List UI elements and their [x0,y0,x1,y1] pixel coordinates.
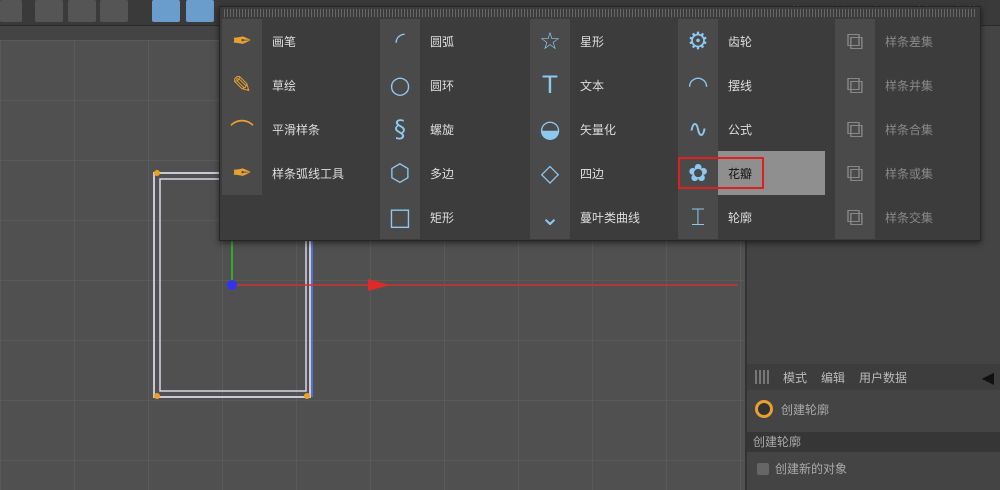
checkbox-label: 创建新的对象 [775,462,848,476]
menu-item-polygon[interactable]: ⬡ 多边 [380,151,530,195]
menu-item-label: 齿轮 [728,34,753,49]
menu-item-label: 样条交集 [885,210,934,225]
menu-item-label: 样条并集 [885,78,934,93]
formula-icon: ∿ [678,107,718,151]
menu-item-cycloid[interactable]: ◠ 摆线 [678,63,828,107]
menu-item-label: 样条合集 [885,122,934,137]
menu-item-spline-and[interactable]: ⧉ 样条合集 [835,107,985,151]
render-settings-button[interactable] [100,0,128,22]
menu-item-rectangle[interactable]: □ 矩形 [380,195,530,239]
tool-icon [755,400,773,418]
menu-item-label: 平滑样条 [272,122,321,137]
helix-icon: § [380,107,420,151]
menu-item-label: 螺旋 [430,122,455,137]
spline-and-icon: ⧉ [835,107,875,151]
menu-item-label: 星形 [580,34,605,49]
menu-item-label: 草绘 [272,78,297,93]
render-button[interactable] [68,0,96,22]
toolbar-button[interactable] [0,0,22,22]
menu-item-label: 文本 [580,78,605,93]
menu-item-spline-intersect[interactable]: ⧉ 样条交集 [835,195,985,239]
menu-column: ✒ 画笔 ✎ 草绘 ⌒ 平滑样条 ✒ 样条弧线工具 [222,19,372,195]
profile-icon: ⌶ [678,195,718,239]
menu-item-circle[interactable]: ○ 圆环 [380,63,530,107]
pen-icon: ✒ [222,19,262,63]
attributes-header: 模式 编辑 用户数据 ◀ [747,364,1000,390]
spline-menu: ✒ 画笔 ✎ 草绘 ⌒ 平滑样条 ✒ 样条弧线工具 ◜ 圆弧 ○ 圆环 § 螺旋 ⬡ 多边 □ 矩形 ☆ 星形 T 文本 ◒… [219,6,981,241]
spline-pen-button[interactable] [186,0,214,22]
sketch-icon: ✎ [222,63,262,107]
cycloid-icon: ◠ [678,63,718,107]
4-side-icon: ◇ [530,151,570,195]
highlight-box [678,157,764,189]
checkbox[interactable] [757,462,769,475]
spline-union-icon: ⧉ [835,63,875,107]
x-axis-arrow[interactable] [368,279,390,291]
menu-item-label: 样条或集 [885,166,934,181]
section-header: 创建轮廓 [747,432,1000,452]
spline-subtract-icon: ⧉ [835,19,875,63]
menu-item-helix[interactable]: § 螺旋 [380,107,530,151]
menu-item-smooth-spline[interactable]: ⌒ 平滑样条 [222,107,372,151]
grip-icon [755,370,769,384]
menu-column: ⧉ 样条差集 ⧉ 样条并集 ⧉ 样条合集 ⧉ 样条或集 ⧉ 样条交集 [835,19,985,239]
menu-item-formula[interactable]: ∿ 公式 [678,107,828,151]
menu-item-label: 多边 [430,166,455,181]
menu-item-star[interactable]: ☆ 星形 [530,19,680,63]
menu-item-text[interactable]: T 文本 [530,63,680,107]
menu-column: ☆ 星形 T 文本 ◒ 矢量化 ◇ 四边 ⌄ 蔓叶类曲线 [530,19,680,239]
menu-item-4-side[interactable]: ◇ 四边 [530,151,680,195]
menu-item-arc[interactable]: ◜ 圆弧 [380,19,530,63]
smooth-spline-icon: ⌒ [222,107,262,151]
text-icon: T [530,63,570,107]
rectangle-icon: □ [380,195,420,239]
menu-item-label: 轮廓 [728,210,753,225]
cogwheel-icon: ⚙ [678,19,718,63]
z-axis-handle[interactable] [227,280,237,290]
cissoid-icon: ⌄ [530,195,570,239]
menu-column: ◜ 圆弧 ○ 圆环 § 螺旋 ⬡ 多边 □ 矩形 [380,19,530,239]
menu-item-label: 圆环 [430,78,455,93]
arc-icon: ◜ [380,19,420,63]
vectorizer-icon: ◒ [530,107,570,151]
spline-intersect-icon: ⧉ [835,195,875,239]
menu-item-label: 样条弧线工具 [272,166,345,181]
circle-icon: ○ [380,63,420,107]
star-icon: ☆ [530,19,570,63]
menu-item-pen[interactable]: ✒ 画笔 [222,19,372,63]
menu-item-label: 矢量化 [580,122,617,137]
menu-item-spline-or[interactable]: ⧉ 样条或集 [835,151,985,195]
tool-title-row: 创建轮廓 [755,400,829,418]
menu-item-sketch[interactable]: ✎ 草绘 [222,63,372,107]
spline-arc-tool-icon: ✒ [222,151,262,195]
back-arrow-icon[interactable]: ◀ [982,368,994,387]
menu-item-label: 圆弧 [430,34,455,49]
create-new-object-row[interactable]: 创建新的对象 [757,460,847,477]
menu-item-cogwheel[interactable]: ⚙ 齿轮 [678,19,828,63]
tool-title: 创建轮廓 [781,402,830,417]
tab-edit[interactable]: 编辑 [821,369,845,386]
menu-item-spline-union[interactable]: ⧉ 样条并集 [835,63,985,107]
menu-item-label: 画笔 [272,34,297,49]
menu-item-spline-arc-tool[interactable]: ✒ 样条弧线工具 [222,151,372,195]
menu-item-label: 样条差集 [885,34,934,49]
tab-mode[interactable]: 模式 [783,369,807,386]
menu-item-vectorizer[interactable]: ◒ 矢量化 [530,107,680,151]
menu-column: ⚙ 齿轮 ◠ 摆线 ∿ 公式 ✿ 花瓣 ⌶ 轮廓 [678,19,828,239]
menu-grip[interactable] [224,9,976,17]
polygon-icon: ⬡ [380,151,420,195]
menu-item-profile[interactable]: ⌶ 轮廓 [678,195,828,239]
menu-item-spline-subtract[interactable]: ⧉ 样条差集 [835,19,985,63]
menu-item-cissoid[interactable]: ⌄ 蔓叶类曲线 [530,195,680,239]
menu-item-label: 公式 [728,122,753,137]
menu-item-label: 四边 [580,166,605,181]
render-view-button[interactable] [35,0,63,22]
cube-button[interactable] [152,0,180,22]
menu-item-label: 摆线 [728,78,753,93]
menu-item-flower[interactable]: ✿ 花瓣 [678,151,825,195]
menu-item-label: 矩形 [430,210,455,225]
menu-item-label: 蔓叶类曲线 [580,210,641,225]
spline-or-icon: ⧉ [835,151,875,195]
tab-user-data[interactable]: 用户数据 [859,369,907,386]
